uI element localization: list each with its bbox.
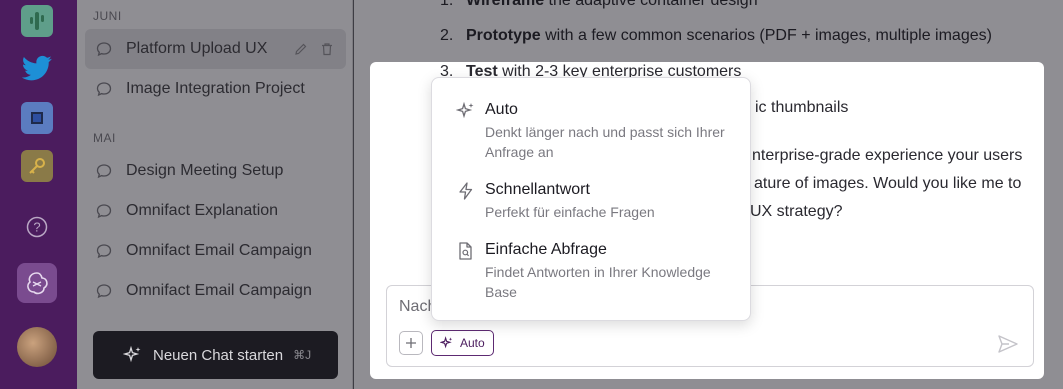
sparkles-icon	[456, 101, 474, 119]
option-title: Einfache Abfrage	[485, 241, 607, 258]
section-label-mai: MAI	[93, 131, 116, 145]
svg-text:?: ?	[33, 220, 40, 235]
trash-icon[interactable]	[320, 42, 334, 56]
sparkles-icon	[440, 336, 453, 349]
help-icon[interactable]: ?	[21, 211, 53, 243]
list-bold: Prototype	[466, 27, 541, 44]
list-item-1: 1. Wireframe the adaptive container desig…	[440, 0, 758, 10]
chat-item-design-meeting[interactable]: Design Meeting Setup	[85, 151, 346, 191]
chat-item-platform-upload-ux[interactable]: Platform Upload UX	[85, 29, 346, 69]
mode-selector-button[interactable]: Auto	[431, 330, 494, 356]
option-einfache-abfrage[interactable]: Einfache Abfrage Findet Antworten in Ihr…	[432, 240, 750, 302]
edit-icon[interactable]	[294, 42, 308, 56]
send-icon	[998, 335, 1018, 353]
send-button[interactable]	[995, 331, 1021, 357]
chat-sidebar: JUNI Platform Upload UX Image Integratio…	[77, 0, 353, 389]
new-chat-shortcut: ⌘J	[293, 348, 312, 362]
new-chat-button[interactable]: Neuen Chat starten ⌘J	[93, 331, 338, 379]
section-label-juni: JUNI	[93, 9, 122, 23]
chat-bubble-icon	[96, 284, 112, 299]
list-number: 1.	[440, 0, 454, 9]
twitter-icon[interactable]	[21, 53, 53, 85]
document-search-icon	[459, 242, 472, 260]
message-fragment: nterprise-grade experience your users	[752, 147, 1023, 164]
chat-item-label: Platform Upload UX	[126, 40, 268, 57]
message-fragment: UX strategy?	[750, 203, 843, 220]
mode-dropdown-menu: Auto Denkt länger nach und passt sich Ih…	[431, 77, 751, 321]
chat-item-label: Design Meeting Setup	[126, 162, 284, 179]
chat-item-omnifact-explanation[interactable]: Omnifact Explanation	[85, 191, 346, 231]
chip-app-icon[interactable]	[21, 102, 53, 134]
list-text: the adaptive container design	[544, 0, 758, 9]
chat-item-label: Omnifact Email Campaign	[126, 282, 312, 299]
chat-item-label: Omnifact Explanation	[126, 202, 279, 219]
cactus-app-icon[interactable]	[21, 5, 53, 37]
list-item-2: 2. Prototype with a few common scenarios …	[440, 27, 992, 45]
chat-item-omnifact-email-1[interactable]: Omnifact Email Campaign	[85, 231, 346, 271]
chat-bubble-icon	[96, 42, 112, 57]
chat-item-label: Omnifact Email Campaign	[126, 242, 312, 259]
chat-bubble-icon	[96, 164, 112, 179]
message-fragment: ature of images. Would you like me to	[754, 175, 1022, 192]
option-auto[interactable]: Auto Denkt länger nach und passt sich Ih…	[432, 100, 750, 162]
attach-button[interactable]	[399, 331, 423, 355]
key-app-icon[interactable]	[21, 150, 53, 182]
assistant-app-icon[interactable]	[17, 263, 57, 303]
option-schnellantwort[interactable]: Schnellantwort Perfekt für einfache Frag…	[432, 180, 750, 222]
mode-label: Auto	[460, 336, 485, 350]
chat-bubble-icon	[96, 204, 112, 219]
option-description: Denkt länger nach und passt sich Ihrer A…	[485, 124, 725, 160]
chat-item-image-integration[interactable]: Image Integration Project	[85, 69, 346, 109]
sparkles-icon	[123, 345, 141, 363]
new-chat-label: Neuen Chat starten	[153, 346, 284, 364]
list-bold: Wireframe	[466, 0, 545, 9]
app-rail: ?	[0, 0, 77, 389]
option-title: Schnellantwort	[485, 181, 590, 198]
option-title: Auto	[485, 101, 518, 118]
option-description: Findet Antworten in Ihrer Knowledge Base	[485, 264, 711, 300]
list-text: with a few common scenarios (PDF + image…	[540, 27, 992, 44]
chat-item-omnifact-email-2[interactable]: Omnifact Email Campaign	[85, 271, 346, 311]
lightning-icon	[459, 182, 473, 200]
option-description: Perfekt für einfache Fragen	[485, 204, 655, 220]
list-number: 2.	[440, 27, 454, 44]
chat-bubble-icon	[96, 82, 112, 97]
plus-icon	[406, 338, 416, 348]
user-avatar[interactable]	[17, 327, 57, 367]
chat-item-label: Image Integration Project	[126, 80, 305, 97]
message-fragment: ic thumbnails	[755, 99, 849, 116]
chat-bubble-icon	[96, 244, 112, 259]
